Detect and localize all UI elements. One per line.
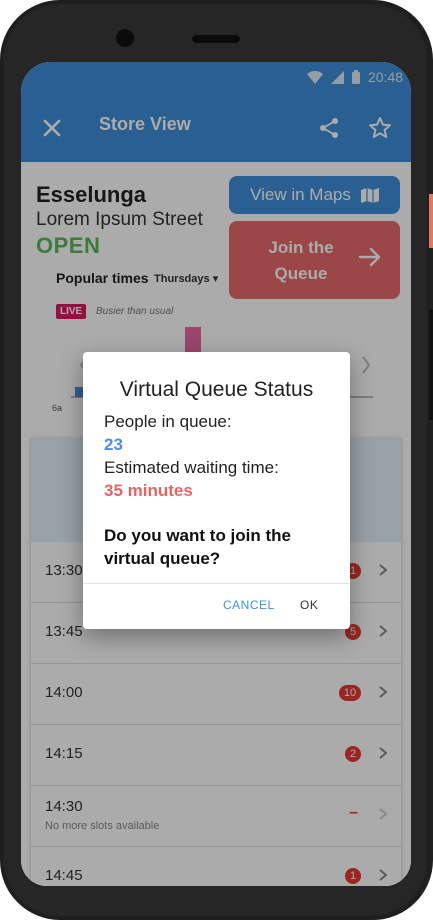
dialog-divider <box>83 583 350 584</box>
waiting-time-label: Estimated waiting time: <box>104 458 279 477</box>
cancel-button[interactable]: CANCEL <box>223 598 275 612</box>
virtual-queue-dialog: Virtual Queue Status People in queue: 23… <box>83 352 350 629</box>
screen: 20:48 Store View Esselunga Lorem Ipsum S… <box>21 62 411 886</box>
waiting-time-value: 35 minutes <box>104 481 193 500</box>
dialog-title: Virtual Queue Status <box>119 378 314 401</box>
front-camera <box>116 29 134 47</box>
people-in-queue-label: People in queue: <box>104 412 232 431</box>
ok-button[interactable]: OK <box>300 598 318 612</box>
join-question: Do you want to join the virtual queue? <box>104 526 291 568</box>
earpiece-speaker <box>192 35 240 43</box>
people-in-queue-value: 23 <box>104 435 123 454</box>
side-button <box>429 194 433 248</box>
phone-frame: 20:48 Store View Esselunga Lorem Ipsum S… <box>0 0 433 920</box>
volume-button <box>429 310 433 420</box>
